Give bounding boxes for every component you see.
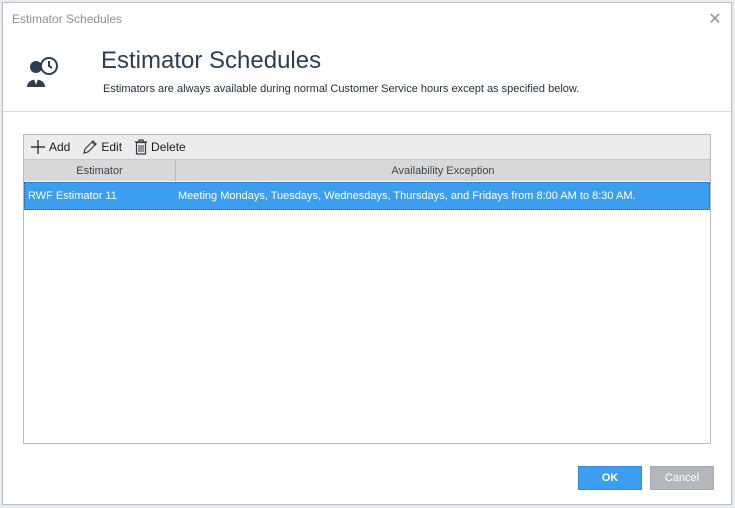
close-icon: ✕ <box>708 11 722 28</box>
page-subtitle: Estimators are always available during n… <box>103 83 580 95</box>
estimator-schedules-dialog: Estimator Schedules ✕ Estimator Schedule… <box>2 2 732 505</box>
delete-button[interactable]: Delete <box>134 139 186 155</box>
table-row[interactable]: RWF Estimator 11 Meeting Mondays, Tuesda… <box>24 182 710 210</box>
title-bar: Estimator Schedules ✕ <box>3 3 731 35</box>
trash-icon <box>135 139 148 155</box>
cell-availability-exception: Meeting Mondays, Tuesdays, Wednesdays, T… <box>178 190 636 202</box>
ok-button[interactable]: OK <box>578 466 642 490</box>
column-header-estimator[interactable]: Estimator <box>24 160 176 181</box>
page-title: Estimator Schedules <box>101 47 322 74</box>
dialog-header: Estimator Schedules Estimators are alway… <box>3 35 731 112</box>
plus-icon <box>31 140 45 154</box>
add-button[interactable]: Add <box>30 139 70 155</box>
cell-estimator: RWF Estimator 11 <box>28 190 117 202</box>
toolbar: Add Edit Delete <box>24 135 710 159</box>
column-header-availability-exception[interactable]: Availability Exception <box>176 160 710 181</box>
pencil-icon <box>83 140 98 154</box>
estimator-clock-icon <box>27 57 58 87</box>
window-title: Estimator Schedules <box>12 12 123 26</box>
grid-header: Estimator Availability Exception <box>24 159 710 181</box>
schedule-panel: Add Edit Delete Estimator Availability E… <box>23 134 711 444</box>
add-label: Add <box>49 140 71 154</box>
edit-label: Edit <box>101 140 123 154</box>
close-button[interactable]: ✕ <box>705 9 725 29</box>
cancel-button[interactable]: Cancel <box>650 466 714 490</box>
delete-label: Delete <box>151 140 186 154</box>
edit-button[interactable]: Edit <box>82 139 122 155</box>
